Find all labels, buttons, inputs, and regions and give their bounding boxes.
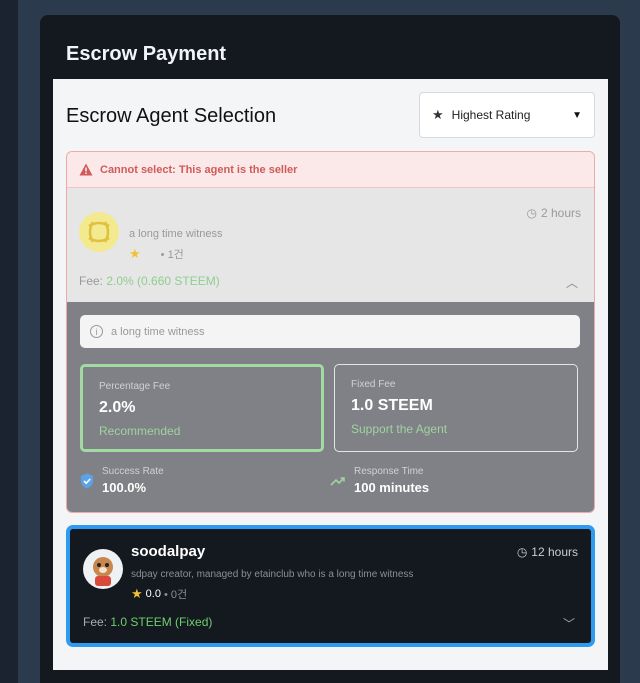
agent-time-text: 12 hours [531,545,578,559]
agent-fee: Fee: 2.0% (0.660 STEEM) [79,274,220,288]
stat-value: 100 minutes [354,480,430,495]
rating-count: • 0건 [163,589,188,601]
stat-label: Success Rate [102,466,164,477]
fee-value: 2.0% (0.660 STEEM) [106,274,220,288]
star-icon: ★ [131,586,143,601]
chevron-up-icon[interactable]: ︿ [566,274,578,291]
warning-icon [79,163,93,176]
star-icon: ★ [129,246,141,261]
agent-description: a long time witness [129,228,223,240]
agent-time: ◷ 12 hours [517,545,578,559]
fee-value: 1.0 STEEM (Fixed) [110,615,213,629]
fee-option-note: Recommended [99,424,181,438]
avatar [83,549,123,589]
fee-option-label: Percentage Fee [99,381,171,392]
rating-score: 0.0 [145,588,161,600]
fee-option-value: 1.0 STEEM [351,397,433,414]
warning-banner: Cannot select: This agent is the seller [67,152,594,188]
escrow-modal: Escrow Payment Escrow Agent Selection ★ … [40,15,620,683]
agent-name: soodalpay [131,543,206,560]
agent-card-seller: Cannot select: This agent is the seller … [66,151,595,513]
agent-card-soodalpay[interactable]: soodalpay ◷ 12 hours sdpay creator, mana… [66,525,595,647]
agent-rating: ★ 0.0 • 0건 [131,586,187,602]
fee-label: Fee: [79,274,107,288]
rating-count: • 1건 [160,249,184,261]
panel-title: Escrow Agent Selection [66,105,277,127]
stat-label: Response Time [354,466,424,477]
agent-description: sdpay creator, managed by etainclub who … [131,569,414,580]
shield-check-icon [81,473,93,488]
agent-rating: ★ • 1건 [129,246,184,262]
clock-icon: ◷ [526,206,537,220]
sort-label: Highest Rating [451,108,531,122]
info-text: a long time witness [111,325,205,338]
agent-selection-panel: Escrow Agent Selection ★ Highest Rating … [53,79,608,670]
response-time-stat: Response Time 100 minutes [330,466,429,495]
sidebar-edge [0,0,18,683]
percentage-fee-option[interactable]: Percentage Fee 2.0% Recommended [80,364,324,452]
fee-option-value: 2.0% [99,399,136,416]
caret-down-icon: ▼ [572,109,582,121]
fee-option-label: Fixed Fee [351,379,396,390]
chevron-down-icon[interactable]: ﹀ [563,615,575,632]
agent-time: ◷ 2 hours [526,206,581,220]
agent-fee: Fee: 1.0 STEEM (Fixed) [83,615,212,629]
star-icon: ★ [432,107,444,122]
warning-text: Cannot select: This agent is the seller [100,163,298,176]
sort-dropdown[interactable]: ★ Highest Rating ▼ [419,92,595,138]
modal-title: Escrow Payment [66,43,227,65]
info-box: i a long time witness [80,315,580,348]
fixed-fee-option[interactable]: Fixed Fee 1.0 STEEM Support the Agent [334,364,578,452]
trending-up-icon [330,476,345,486]
avatar [79,212,119,252]
fee-option-note: Support the Agent [351,422,448,436]
agent-time-text: 2 hours [540,206,581,220]
success-rate-stat: Success Rate 100.0% [80,466,164,495]
stat-value: 100.0% [102,480,147,495]
agent-details: i a long time witness Percentage Fee 2.0… [67,302,594,512]
clock-icon: ◷ [516,545,528,559]
fee-label: Fee: [83,615,111,629]
info-icon: i [90,325,103,338]
